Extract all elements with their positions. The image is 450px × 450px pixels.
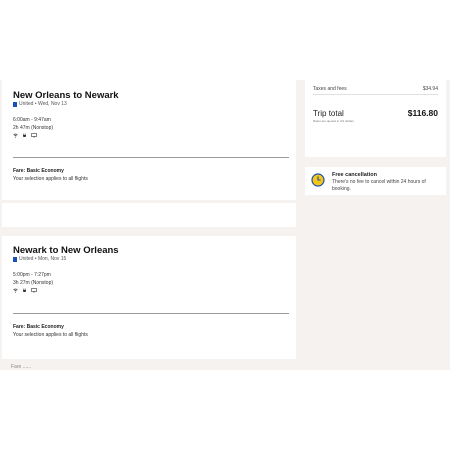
screen-icon: [31, 133, 37, 138]
return-amenities: [13, 288, 37, 293]
price-summary-card: Taxes and fees $34.94 Trip total $116.80…: [305, 80, 446, 157]
outbound-fare-note: Your selection applies to all flights: [13, 176, 88, 182]
return-flight-card: Newark to New Orleans United • Mon, Nov …: [2, 236, 296, 359]
return-fare-label: Fare: Basic Economy: [13, 324, 64, 330]
outbound-times: 6:00am - 9:47am: [13, 117, 51, 123]
return-route-title: Newark to New Orleans: [13, 245, 119, 256]
free-cancellation-title: Free cancellation: [332, 172, 377, 178]
outbound-amenities: [13, 133, 37, 138]
free-cancellation-card: Free cancellation There's no fee to canc…: [305, 167, 446, 195]
outbound-route-title: New Orleans to Newark: [13, 90, 119, 101]
free-cancellation-text: There's no fee to cancel within 24 hours…: [332, 179, 426, 192]
trip-total-label: Trip total: [313, 109, 344, 118]
outbound-divider: [13, 157, 289, 158]
outbound-airline-date: United • Wed, Nov 13: [13, 101, 67, 107]
outbound-fare-label: Fare: Basic Economy: [13, 168, 64, 174]
taxes-label: Taxes and fees: [313, 86, 347, 92]
outbound-card-footer: [2, 203, 296, 227]
return-airline-date-text: United • Mon, Nov 15: [19, 256, 67, 262]
return-partial-text: Fare ......: [11, 364, 32, 370]
clock-icon: [311, 173, 325, 187]
outbound-duration: 2h 47m (Nonstop): [13, 125, 54, 131]
screen-icon: [31, 288, 37, 293]
rates-note: Rates are quoted in US dollars: [313, 119, 354, 123]
wifi-icon: [13, 288, 18, 293]
power-icon: [23, 133, 26, 137]
airline-logo-icon: [13, 101, 17, 107]
return-times: 5:00pm - 7:27pm: [13, 272, 51, 278]
return-airline-date: United • Mon, Nov 15: [13, 256, 66, 262]
wifi-icon: [13, 133, 18, 138]
airline-logo-icon: [13, 256, 17, 262]
outbound-airline-date-text: United • Wed, Nov 13: [19, 101, 67, 107]
taxes-value: $34.94: [422, 86, 438, 92]
power-icon: [23, 288, 26, 292]
price-divider: [313, 94, 438, 95]
trip-total-value: $116.80: [407, 108, 438, 118]
return-divider: [13, 313, 289, 314]
return-duration: 3h 27m (Nonstop): [13, 280, 54, 286]
outbound-flight-card: New Orleans to Newark United • Wed, Nov …: [2, 80, 296, 200]
return-fare-note: Your selection applies to all flights: [13, 332, 88, 338]
